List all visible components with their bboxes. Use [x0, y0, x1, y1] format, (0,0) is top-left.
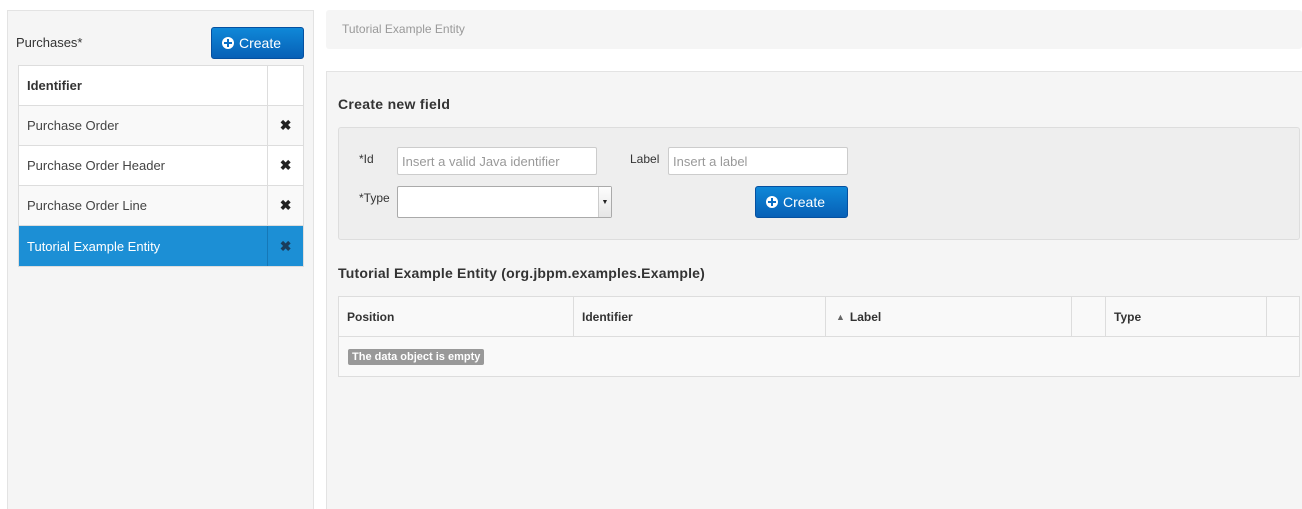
- data-objects-panel: Purchases* Create Identifier Purchase Or…: [7, 10, 314, 509]
- type-select[interactable]: ▼: [397, 186, 612, 218]
- remove-cell: ✖: [268, 226, 303, 266]
- chevron-down-icon: ▼: [598, 187, 611, 217]
- column-header-identifier[interactable]: Identifier: [574, 297, 826, 336]
- table-row[interactable]: Purchase Order Header ✖: [19, 146, 303, 186]
- remove-icon[interactable]: ✖: [280, 117, 292, 134]
- empty-message-badge: The data object is empty: [348, 348, 485, 365]
- create-data-object-button[interactable]: Create: [211, 27, 304, 59]
- label-label: Label: [630, 152, 660, 166]
- fields-table: Position Identifier ▲ Label Type The dat…: [338, 296, 1300, 377]
- table-row[interactable]: Purchase Order Line ✖: [19, 186, 303, 226]
- label-header-text: Label: [849, 309, 882, 324]
- column-header-actions: [268, 66, 303, 105]
- data-objects-table: Identifier Purchase Order ✖ Purchase Ord…: [18, 65, 304, 267]
- entity-title: Tutorial Example Entity (org.jbpm.exampl…: [338, 265, 706, 281]
- remove-icon[interactable]: ✖: [280, 157, 292, 174]
- remove-cell: ✖: [268, 186, 303, 225]
- table-row-selected[interactable]: Tutorial Example Entity ✖: [19, 226, 303, 266]
- sort-ascending-icon: ▲: [836, 311, 845, 322]
- table-row[interactable]: Purchase Order ✖: [19, 106, 303, 146]
- data-object-name[interactable]: Purchase Order Line: [19, 186, 269, 225]
- remove-icon[interactable]: ✖: [280, 197, 292, 214]
- project-title: Purchases*: [16, 35, 83, 50]
- column-header-actions: [1267, 297, 1299, 336]
- plus-circle-icon: [222, 37, 234, 49]
- empty-row: The data object is empty: [339, 337, 1299, 376]
- create-field-button[interactable]: Create: [755, 186, 848, 218]
- data-object-name[interactable]: Purchase Order: [19, 106, 269, 145]
- breadcrumb: Tutorial Example Entity: [326, 10, 1302, 49]
- data-object-name[interactable]: Tutorial Example Entity: [19, 226, 269, 266]
- create-field-label: Create: [783, 194, 826, 210]
- table-header-row: Identifier: [19, 66, 303, 106]
- remove-cell: ✖: [268, 146, 303, 185]
- data-object-editor: Create new field *Id Label *Type ▼ Creat…: [326, 71, 1302, 509]
- type-label: *Type: [359, 191, 390, 205]
- column-header-label[interactable]: ▲ Label: [826, 297, 1072, 336]
- id-label: *Id: [359, 152, 374, 166]
- data-object-name[interactable]: Purchase Order Header: [19, 146, 269, 185]
- plus-circle-icon: [766, 196, 778, 208]
- remove-cell: ✖: [268, 106, 303, 145]
- remove-icon[interactable]: ✖: [280, 238, 292, 255]
- breadcrumb-item[interactable]: Tutorial Example Entity: [342, 22, 465, 36]
- id-input[interactable]: [397, 147, 597, 175]
- column-header-position[interactable]: Position: [339, 297, 574, 336]
- create-button-label: Create: [239, 35, 282, 51]
- label-input[interactable]: [668, 147, 848, 175]
- column-header-identifier: Identifier: [19, 66, 269, 105]
- column-header-blank: [1072, 297, 1106, 336]
- new-field-form: *Id Label *Type ▼ Create: [338, 127, 1300, 240]
- fields-table-header: Position Identifier ▲ Label Type: [339, 297, 1299, 337]
- column-header-type[interactable]: Type: [1106, 297, 1267, 336]
- new-field-title: Create new field: [338, 96, 451, 112]
